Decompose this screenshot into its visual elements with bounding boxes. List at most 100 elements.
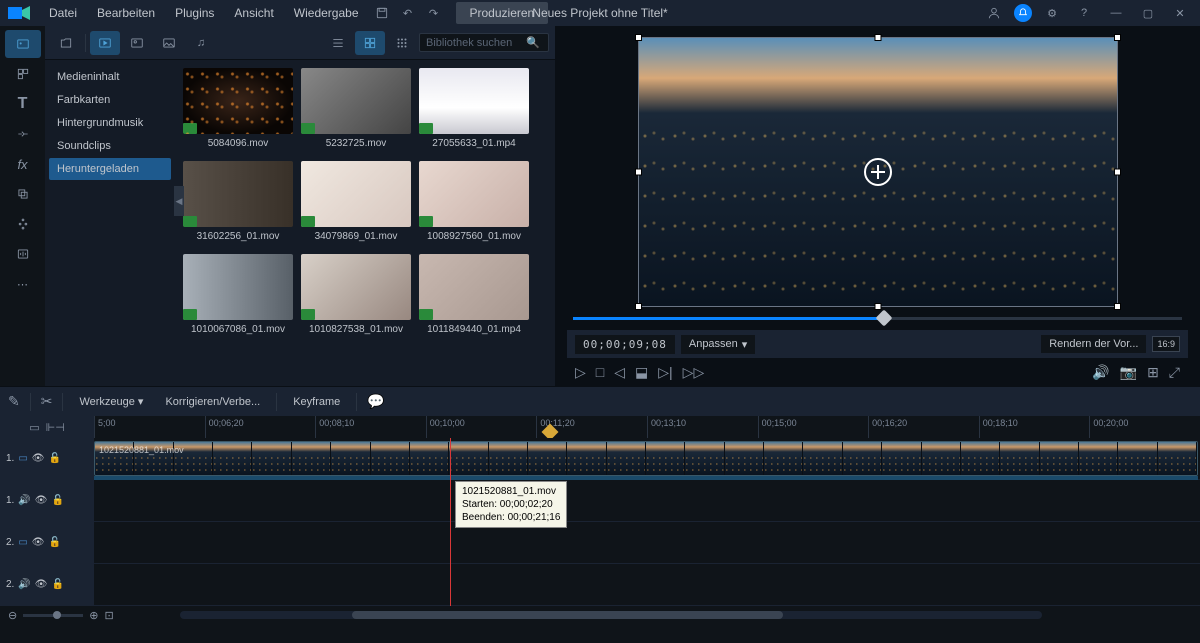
close-icon[interactable]: ✕ [1168,3,1192,23]
media-item[interactable]: 1010067086_01.mov [183,254,293,339]
help-icon[interactable]: ? [1072,3,1096,23]
handle-tr[interactable] [1114,34,1121,41]
subtitles-icon[interactable]: 💬 [367,393,384,410]
snapshot-icon[interactable]: 📷 [1120,364,1137,381]
handle-mr[interactable] [1114,169,1121,176]
menu-plugins[interactable]: Plugins [166,2,223,24]
filter-image-icon[interactable] [122,31,152,55]
media-library-icon[interactable] [5,30,41,58]
track-visibility-icon[interactable]: 👁 [32,453,45,464]
media-item[interactable]: 1011849440_01.mp4 [419,254,529,339]
zoom-in-icon[interactable]: ⊕ [89,609,98,622]
sidebar-item-colorboards[interactable]: Farbkarten [49,89,171,111]
center-anchor-icon[interactable] [864,158,892,186]
account-icon[interactable] [982,3,1006,23]
track-audio-icon[interactable]: 🔊 [18,495,30,506]
media-item[interactable]: 5084096.mov [183,68,293,153]
track-visibility-icon[interactable]: 👁 [35,495,48,506]
track-visibility-icon[interactable]: 👁 [32,537,45,548]
more-icon[interactable]: ⋯ [5,270,41,298]
fast-forward-icon[interactable]: ▷▷ [683,364,705,381]
overlay-icon[interactable] [5,180,41,208]
sidebar-item-bgmusic[interactable]: Hintergrundmusik [49,112,171,134]
zoom-fit-icon[interactable]: ⊡ [104,609,113,622]
audio-mix-icon[interactable] [5,240,41,268]
sidebar-item-downloaded[interactable]: Heruntergeladen [49,158,171,180]
tools-dropdown[interactable]: Werkzeuge ▾ [73,392,149,411]
play-icon[interactable]: ▷ [575,364,586,381]
maximize-icon[interactable]: ▢ [1136,3,1160,23]
track-lock-icon[interactable]: 🔓 [52,579,64,590]
menu-file[interactable]: Datei [40,2,86,24]
track-content[interactable]: 1021520881_01.mov [94,438,1200,479]
horizontal-scrollbar[interactable] [180,611,1042,619]
keyframe-button[interactable]: Keyframe [287,393,346,411]
collapse-sidebar-icon[interactable]: ◀ [174,186,184,216]
menu-playback[interactable]: Wiedergabe [285,2,368,24]
handle-tl[interactable] [635,34,642,41]
redo-icon[interactable]: ↷ [422,3,446,23]
handle-ml[interactable] [635,169,642,176]
track-video-icon[interactable]: ▭ [18,453,27,464]
undo-icon[interactable]: ↶ [396,3,420,23]
transition-icon[interactable] [5,120,41,148]
search-input[interactable] [426,37,526,49]
settings-icon[interactable]: ⚙ [1040,3,1064,23]
particle-icon[interactable] [5,210,41,238]
media-item[interactable]: 31602256_01.mov [183,161,293,246]
media-item[interactable]: 34079869_01.mov [301,161,411,246]
media-item[interactable]: 1010827538_01.mov [301,254,411,339]
media-item[interactable]: 5232725.mov [301,68,411,153]
ruler-view-icon[interactable]: ▭ [29,421,39,434]
zoom-slider[interactable] [23,614,83,617]
filter-audio-icon[interactable]: ♫ [186,31,216,55]
preview-scrubber[interactable] [567,310,1188,326]
timecode-display[interactable]: 00;00;09;08 [575,335,675,354]
track-content[interactable] [94,522,1200,563]
notification-icon[interactable] [1014,4,1032,22]
track-video-icon[interactable]: ▭ [18,537,27,548]
save-icon[interactable] [370,3,394,23]
media-item[interactable]: 27055633_01.mp4 [419,68,529,153]
popout-icon[interactable]: ⤢ [1169,364,1180,381]
eraser-icon[interactable]: ✎ [8,393,20,410]
track-lock-icon[interactable]: 🔓 [49,537,61,548]
menu-view[interactable]: Ansicht [225,2,282,24]
timeline-clip[interactable]: 1021520881_01.mov [94,441,1198,476]
marker-icon[interactable]: ⬓ [635,364,648,381]
title-icon[interactable]: T [5,90,41,118]
prev-frame-icon[interactable]: ◁ [614,364,625,381]
minimize-icon[interactable]: — [1104,3,1128,23]
handle-mb[interactable] [874,303,881,310]
next-frame-icon[interactable]: ▷| [658,364,672,381]
template-icon[interactable] [5,60,41,88]
import-icon[interactable] [51,31,81,55]
filter-video-icon[interactable] [90,31,120,55]
handle-mt[interactable] [874,34,881,41]
timeline-ruler[interactable]: 5;0000;06;2000;08;1000;10;0000;11;2000;1… [94,416,1200,438]
view-detail-icon[interactable] [387,31,417,55]
track-content[interactable] [94,480,1200,521]
sidebar-item-soundclips[interactable]: Soundclips [49,135,171,157]
track-content[interactable] [94,564,1200,605]
track-audio-icon[interactable]: 🔊 [18,579,30,590]
volume-icon[interactable]: 🔊 [1092,364,1109,381]
handle-br[interactable] [1114,303,1121,310]
render-preview-button[interactable]: Rendern der Vor... [1041,335,1146,353]
zoom-out-icon[interactable]: ⊖ [8,609,17,622]
scrub-thumb[interactable] [875,309,892,326]
correct-button[interactable]: Korrigieren/Verbe... [159,393,266,411]
dock-icon[interactable]: ⊞ [1147,364,1159,381]
media-item[interactable]: 1008927560_01.mov [419,161,529,246]
track-lock-icon[interactable]: 🔓 [52,495,64,506]
stop-icon[interactable]: □ [596,364,604,380]
cut-icon[interactable]: ✂ [41,393,53,410]
view-grid-icon[interactable] [355,31,385,55]
preview-viewport[interactable] [567,34,1188,310]
track-visibility-icon[interactable]: 👁 [35,579,48,590]
aspect-ratio-button[interactable]: 16:9 [1152,336,1180,352]
filter-image2-icon[interactable] [154,31,184,55]
fit-dropdown[interactable]: Anpassen▾ [681,335,755,354]
track-lock-icon[interactable]: 🔓 [49,453,61,464]
handle-bl[interactable] [635,303,642,310]
